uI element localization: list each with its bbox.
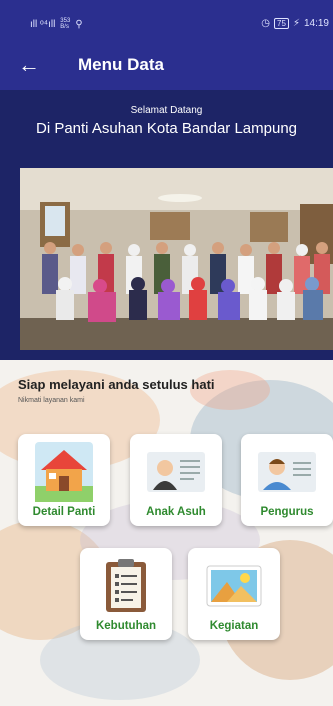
house-icon [35,442,93,502]
menu-label: Kegiatan [209,620,259,632]
pengurus-button[interactable]: Pengurus [241,434,333,526]
app-bar: ← Menu Data [0,40,333,90]
kebutuhan-button[interactable]: Kebutuhan [80,548,172,640]
status-bar: ıll ᵒ⁴ıll 353 B/s ⚲ ◷ 75 ⚡ 14:19 [0,0,333,40]
welcome-banner: Selamat Datang Di Panti Asuhan Kota Band… [0,90,333,360]
usb-icon: ⚲ [75,18,83,30]
menu-label: Kebutuhan [95,620,157,632]
detail-panti-button[interactable]: Detail Panti [18,434,110,526]
charging-icon: ⚡ [292,18,300,29]
group-photo [20,168,333,350]
group-photo-image [20,168,333,350]
clock: 14:19 [303,18,329,29]
landscape-picture-icon [206,565,262,607]
status-left: ıll ᵒ⁴ıll 353 B/s ⚲ [30,18,83,30]
network-speed: 353 B/s [60,18,71,30]
signal-icon: ıll ᵒ⁴ıll [30,18,56,30]
profile-card-icon [147,452,205,492]
welcome-greeting: Selamat Datang [130,105,203,116]
page-title: Menu Data [78,55,164,74]
kegiatan-button[interactable]: Kegiatan [188,548,280,640]
status-right: ◷ 75 ⚡ 14:19 [261,18,329,29]
welcome-heading: Di Panti Asuhan Kota Bandar Lampung [35,120,297,137]
menu-label: Pengurus [260,506,314,518]
clipboard-icon [106,559,146,612]
back-arrow-icon[interactable]: ← [18,50,48,80]
tagline: Siap melayani anda setulus hati [18,377,215,392]
menu-label: Detail Panti [32,506,96,518]
staff-card-icon [258,452,316,492]
battery-icon: 75 [274,18,289,29]
menu-label: Anak Asuh [146,506,206,518]
anak-asuh-button[interactable]: Anak Asuh [130,434,222,526]
sub-tagline: Nikmati layanan kami [18,397,85,404]
background-paint-splash [0,360,333,706]
menu-section: Siap melayani anda setulus hati Nikmati … [0,360,333,706]
alarm-icon: ◷ [261,18,271,29]
